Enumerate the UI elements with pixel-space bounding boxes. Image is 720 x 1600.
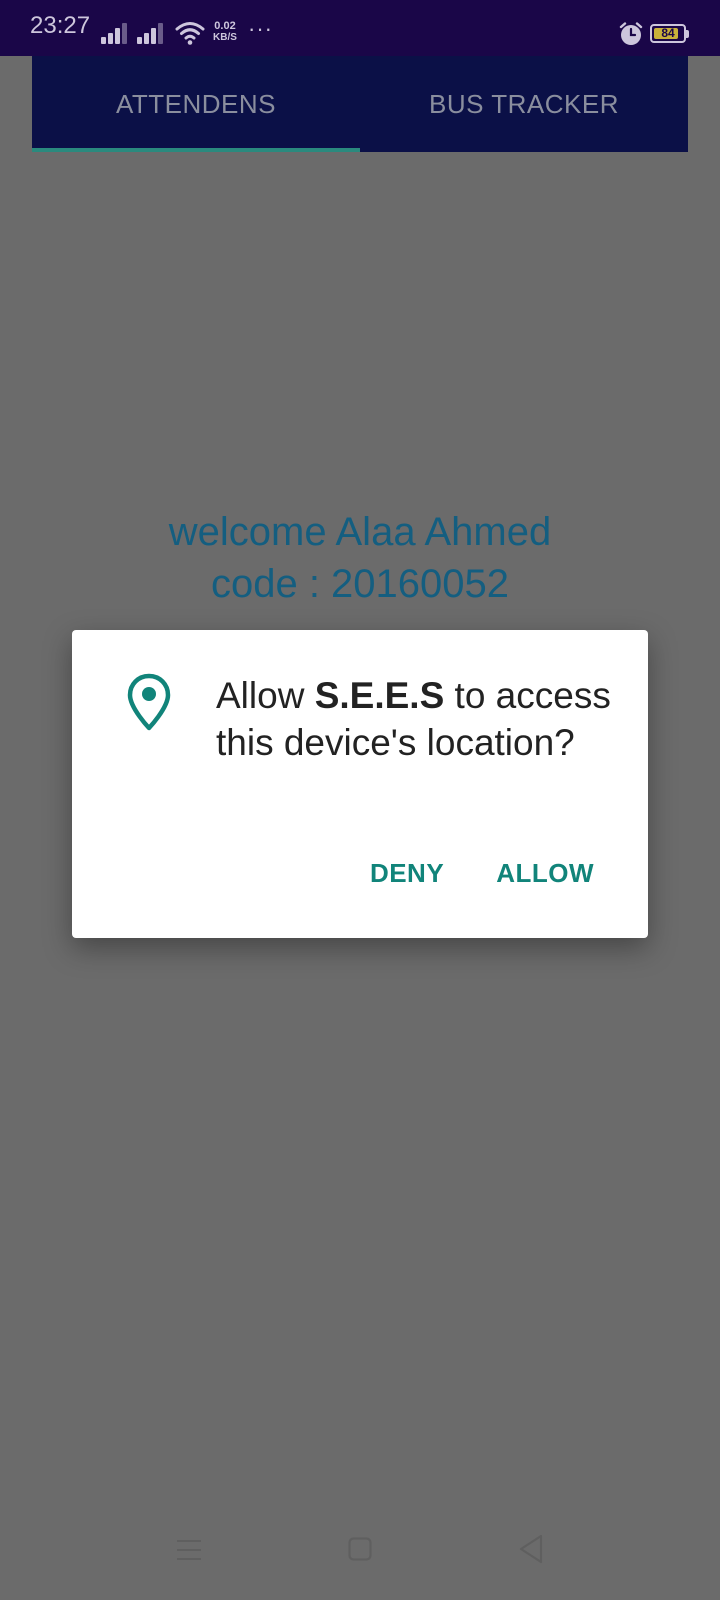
dialog-message-prefix: Allow xyxy=(216,675,315,716)
deny-button[interactable]: DENY xyxy=(370,858,444,889)
more-notifications-icon: ··· xyxy=(248,16,273,41)
allow-button[interactable]: ALLOW xyxy=(496,858,594,889)
welcome-line: welcome Alaa Ahmed xyxy=(168,510,552,554)
dialog-actions: DENY ALLOW xyxy=(370,858,594,889)
dialog-message: Allow S.E.E.S to access this device's lo… xyxy=(216,672,616,766)
wifi-icon xyxy=(175,22,205,45)
battery-icon: 84 xyxy=(650,24,686,43)
cell-signal-icon-2 xyxy=(137,22,165,44)
tab-bus-tracker-label: BUS TRACKER xyxy=(429,88,619,119)
tab-selected-indicator xyxy=(32,148,360,152)
location-pin-icon xyxy=(127,673,171,731)
network-speed: 0.02 KB/S xyxy=(213,20,237,43)
tab-attendens-label: ATTENDENS xyxy=(115,88,277,119)
back-icon[interactable] xyxy=(518,1534,544,1564)
student-code: code : 20160052 xyxy=(210,562,510,606)
tab-attendens[interactable]: ATTENDENS xyxy=(32,56,360,152)
home-icon[interactable] xyxy=(348,1537,372,1561)
dialog-app-name: S.E.E.S xyxy=(314,675,445,716)
battery-cap xyxy=(686,30,689,38)
navigation-bar xyxy=(0,1520,720,1590)
battery-level-text: 84 xyxy=(661,26,675,40)
recent-apps-icon[interactable] xyxy=(176,1538,202,1562)
location-permission-dialog: Allow S.E.E.S to access this device's lo… xyxy=(72,630,648,938)
welcome-text: welcome Alaa Ahmed code : 20160052 xyxy=(0,506,720,610)
tab-bus-tracker[interactable]: BUS TRACKER xyxy=(360,56,688,152)
alarm-icon xyxy=(619,22,643,45)
cell-signal-icon xyxy=(101,22,129,44)
tab-bar: ATTENDENS BUS TRACKER xyxy=(32,56,688,152)
status-bar: 23:27 0.02 KB/S ··· 84 xyxy=(0,0,720,56)
status-time: 23:27 xyxy=(30,12,91,39)
